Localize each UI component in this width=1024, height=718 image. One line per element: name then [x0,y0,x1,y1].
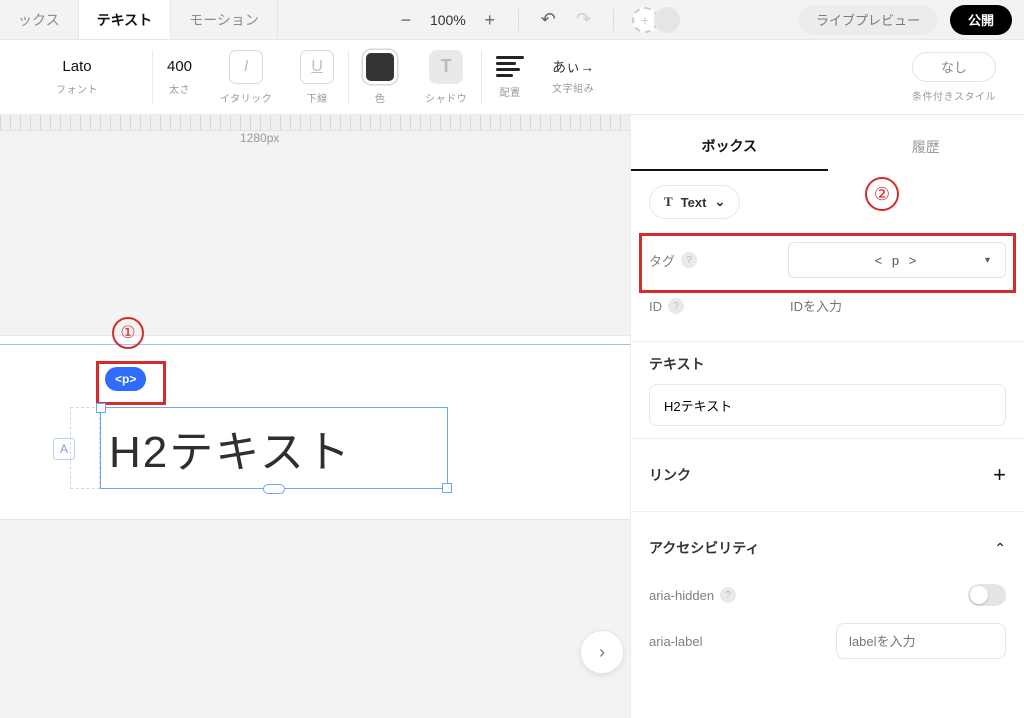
tab-motion[interactable]: モーション [171,0,278,39]
live-preview-button[interactable]: ライブプレビュー [798,5,938,35]
mojikumi-label: 文字組み [552,80,594,95]
chevron-down-icon: ⌄ [714,194,725,210]
selected-text-element[interactable]: H2テキスト [100,407,448,489]
align-selector[interactable]: 配置 [482,56,538,99]
divider [631,341,1024,342]
top-center-controls: − 100% + ↶ ↷ + [278,0,798,39]
undo-button[interactable]: ↶ [537,9,560,30]
divider [631,438,1024,439]
weight-label: 太さ [169,81,190,96]
resize-handle-bottom[interactable] [263,484,285,494]
canvas-text-content: H2テキスト [101,408,447,480]
inspector-panel: ボックス 履歴 ② T Text ⌄ タグ ? < p > ▾ ID ? [630,115,1024,718]
italic-label: イタリック [220,90,272,105]
publish-button[interactable]: 公開 [950,5,1012,35]
ruler-breakpoint-label: 1280px [240,131,279,145]
chevron-up-icon: ⌃ [994,540,1006,557]
aria-label-row: aria-label [649,618,1006,664]
text-content-input[interactable] [649,384,1006,426]
canvas-guide-line [0,344,630,345]
conditional-style-value: なし [912,52,996,82]
font-selector[interactable]: Lato フォント [2,58,152,96]
annotation-circle-2: ② [865,177,899,211]
weight-selector[interactable]: 400 太さ [153,58,206,96]
zoom-value[interactable]: 100% [430,12,466,28]
element-type-selector[interactable]: T Text ⌄ [649,185,740,219]
align-left-icon [496,56,524,78]
inspector-tab-box[interactable]: ボックス [631,123,828,171]
topbar-primary: ックス テキスト モーション − 100% + ↶ ↷ + ライブプレビュー 公… [0,0,1024,40]
font-value: Lato [62,58,91,75]
italic-icon: I [229,50,263,84]
align-label: 配置 [500,84,521,99]
help-icon[interactable]: ? [668,298,684,314]
top-right-actions: ライブプレビュー 公開 [798,0,1024,39]
divider [631,511,1024,512]
element-type-label: Text [681,195,707,210]
shadow-icon: T [429,50,463,84]
text-toolbar: Lato フォント 400 太さ I イタリック U 下線 色 T シャドウ 配… [0,40,1024,115]
avatar[interactable] [654,7,680,33]
tag-select-value: < p > [875,253,920,268]
a11y-section-title: アクセシビリティ [649,538,759,558]
separator [518,9,519,31]
italic-toggle[interactable]: I イタリック [206,50,286,105]
underline-label: 下線 [307,90,328,105]
zoom-in-button[interactable]: + [480,10,500,30]
aria-hidden-label: aria-hidden ? [649,587,736,603]
id-input[interactable] [788,288,1006,324]
tab-box[interactable]: ックス [0,0,79,39]
id-label: ID ? [649,298,684,314]
mojikumi-selector[interactable]: あぃ→ 文字組み [538,60,608,95]
aria-label-label: aria-label [649,634,702,649]
conditional-style-label: 条件付きスタイル [912,88,996,103]
help-icon[interactable]: ? [720,587,736,603]
underline-toggle[interactable]: U 下線 [286,50,348,105]
underline-icon: U [300,50,334,84]
shadow-label: シャドウ [425,90,467,105]
element-tag-badge[interactable]: <p> [105,367,146,391]
collaborators: + [632,7,680,33]
text-section-title: テキスト [649,354,1006,374]
conditional-style[interactable]: なし 条件付きスタイル [898,52,1022,103]
color-picker[interactable]: 色 [349,50,411,105]
color-label: 色 [375,90,386,105]
mojikumi-icon: あぃ→ [552,60,594,74]
aria-label-input[interactable] [836,623,1006,659]
shadow-toggle[interactable]: T シャドウ [411,50,481,105]
zoom-control: − 100% + [396,10,500,30]
link-section-header[interactable]: リンク + [649,451,1006,499]
canvas-workspace[interactable]: 1280px ① <p> A H2テキスト › [0,115,630,718]
separator [613,9,614,31]
aria-hidden-toggle[interactable] [968,584,1006,606]
a11y-section-header[interactable]: アクセシビリティ ⌃ [649,524,1006,572]
zoom-out-button[interactable]: − [396,10,416,30]
panel-expand-button[interactable]: › [580,630,624,674]
color-swatch-icon [363,50,397,84]
ruler-horizontal [0,115,630,131]
redo-button[interactable]: ↷ [572,9,595,30]
editor-tabs: ックス テキスト モーション [0,0,278,39]
add-link-icon[interactable]: + [993,462,1006,488]
font-label: フォント [56,81,98,96]
inspector-tab-history[interactable]: 履歴 [828,123,1024,171]
aria-hidden-row: aria-hidden ? [649,572,1006,618]
text-element-icon[interactable]: A [53,438,75,460]
chevron-down-icon: ▾ [985,255,993,266]
tab-text[interactable]: テキスト [79,0,172,39]
text-type-icon: T [664,194,673,210]
tag-select[interactable]: < p > ▾ [788,242,1006,278]
inspector-tabs: ボックス 履歴 [631,123,1024,171]
weight-value: 400 [167,58,192,75]
link-section-title: リンク [649,465,691,485]
annotation-circle-1: ① [112,317,144,349]
